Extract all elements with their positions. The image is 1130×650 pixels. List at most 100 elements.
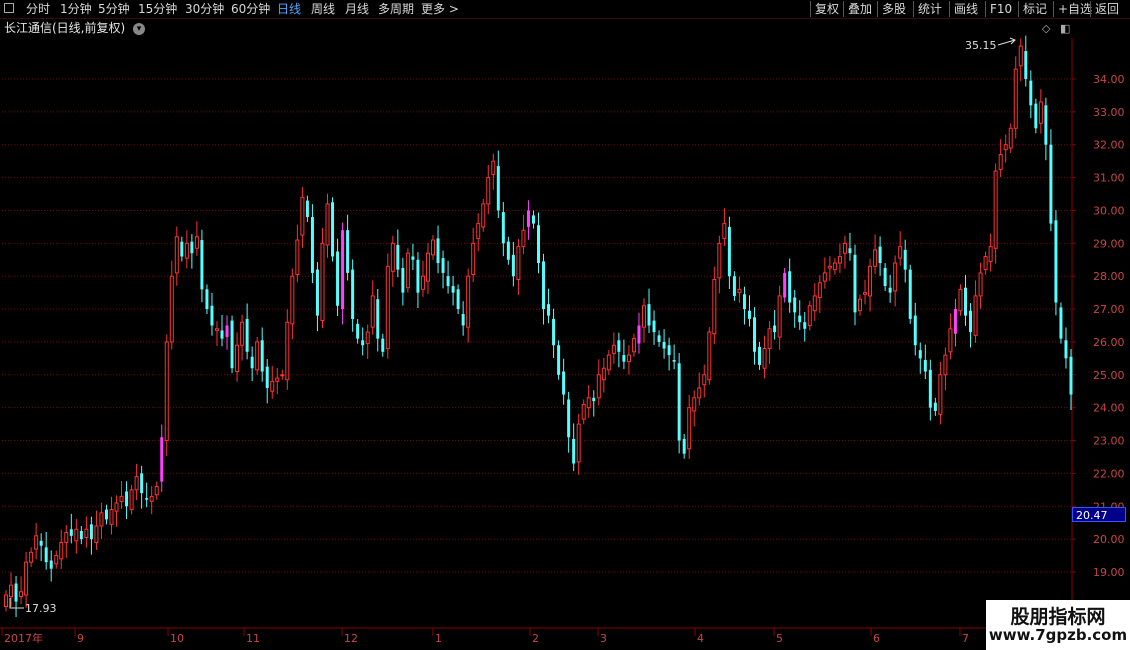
candle-body [481, 203, 486, 228]
candle-body [1034, 103, 1038, 129]
candle-body [290, 275, 295, 325]
candle-body [812, 295, 817, 312]
candle-body [84, 528, 89, 538]
candle-body [803, 322, 807, 329]
candle-body [1008, 127, 1013, 149]
y-tick-label: 31.00 [1093, 172, 1125, 185]
candle-body [953, 309, 957, 334]
candle-body [14, 583, 18, 602]
candle-body [817, 282, 822, 299]
candle-body [727, 226, 731, 277]
candle-body [129, 489, 134, 511]
candle-body [842, 242, 847, 254]
candle-body [908, 269, 912, 319]
candle-body [160, 437, 164, 482]
candle-body [325, 203, 330, 246]
y-tick-label: 28.00 [1093, 270, 1125, 283]
candle-body [788, 271, 792, 303]
candle-body [737, 288, 742, 294]
candle-body [631, 338, 636, 353]
candle-body [1044, 105, 1048, 145]
candle-body [180, 241, 184, 257]
candle-body [898, 246, 903, 259]
candle-body [848, 248, 852, 254]
candle-body [351, 269, 355, 319]
y-tick-label: 27.00 [1093, 303, 1125, 316]
candle-body [717, 242, 722, 279]
candle-body [511, 254, 515, 277]
candle-body [361, 340, 365, 346]
candle-body [230, 320, 234, 369]
candle-body [390, 242, 395, 272]
y-tick-label: 23.00 [1093, 435, 1125, 448]
candle-body [641, 305, 646, 328]
candle-body [29, 551, 34, 563]
candle-body [606, 354, 611, 371]
candle-body [466, 275, 471, 328]
candle-body [626, 354, 631, 363]
candle-body [4, 594, 8, 608]
candle-body [958, 288, 963, 312]
high-arrow [997, 37, 1016, 46]
candle-body [983, 255, 988, 271]
candle-body [451, 286, 455, 293]
candle-body [331, 202, 335, 257]
candle-body [154, 486, 159, 496]
candle-body [964, 287, 968, 316]
candle-body [557, 345, 561, 375]
candle-body [611, 344, 616, 354]
candle-body [998, 154, 1003, 170]
current-price-badge: 20.47 [1072, 507, 1126, 522]
candle-body [767, 328, 772, 350]
y-tick-label: 24.00 [1093, 402, 1125, 415]
watermark-url: www.7gpzb.com [988, 626, 1128, 644]
candle-body [1018, 45, 1023, 67]
candle-body [1029, 80, 1033, 106]
candle-body [265, 366, 269, 388]
candle-body [214, 328, 219, 331]
candle-body [79, 530, 83, 540]
candle-body [592, 397, 596, 402]
candle-body [978, 272, 983, 297]
candle-body [516, 246, 521, 280]
candle-body [973, 295, 978, 336]
candle-body [868, 265, 873, 297]
candle-body [1013, 68, 1018, 129]
candle-body [753, 317, 757, 352]
candle-body [44, 547, 48, 563]
candle-body [260, 340, 264, 372]
candle-body [496, 166, 500, 211]
candle-body [411, 256, 415, 260]
candle-body [320, 242, 325, 322]
candle-body [622, 355, 626, 362]
candle-body [245, 318, 249, 352]
candle-body [220, 330, 224, 339]
candle-body [783, 272, 787, 298]
x-tick-label: 2017年 [4, 631, 43, 645]
candle-body [19, 591, 24, 598]
candle-body [747, 310, 751, 319]
candle-body [346, 230, 350, 273]
low-price-label: 17.93 [25, 602, 57, 615]
candle-body [425, 252, 430, 282]
candle-body [446, 276, 450, 287]
y-tick-label: 32.00 [1093, 139, 1125, 152]
candle-body [586, 397, 591, 409]
candle-body [140, 473, 144, 494]
candle-body [1059, 307, 1063, 339]
candle-body [596, 374, 601, 399]
candlestick-chart[interactable]: 19.0020.0021.0022.0023.0024.0025.0026.00… [0, 0, 1130, 650]
candle-body [837, 255, 842, 264]
candle-body [356, 323, 360, 339]
candle-body [537, 225, 540, 264]
high-price-label: 35.15 [965, 39, 997, 52]
candle-body [1038, 101, 1043, 124]
candle-body [24, 561, 29, 596]
candle-body [827, 265, 832, 269]
candle-body [59, 541, 64, 560]
candle-body [401, 267, 405, 293]
candle-body [888, 287, 892, 293]
candle-body [125, 491, 129, 507]
candle-body [707, 331, 712, 381]
x-tick-label: 9 [77, 632, 84, 645]
